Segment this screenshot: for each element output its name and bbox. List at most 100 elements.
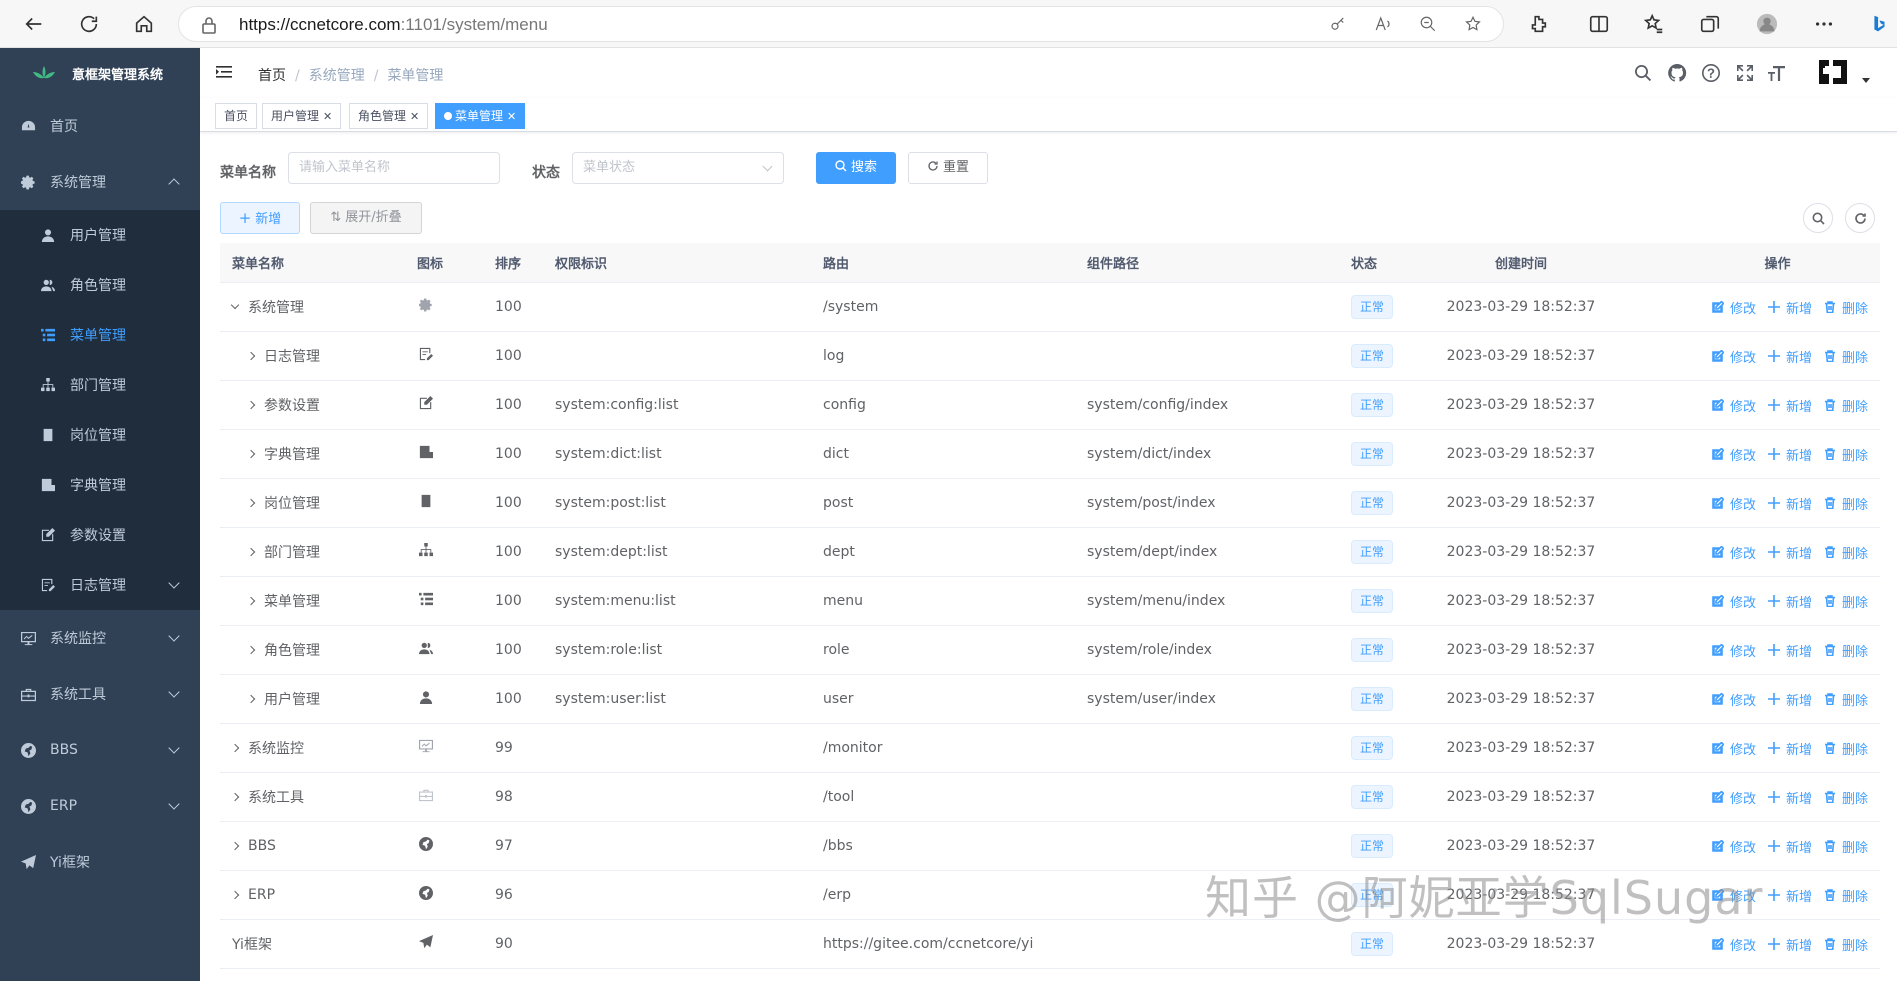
- edit-button[interactable]: 修改: [1712, 445, 1756, 464]
- menu-name-input[interactable]: 请输入菜单名称: [288, 152, 500, 184]
- edit-button[interactable]: 修改: [1712, 592, 1756, 611]
- add-child-button[interactable]: 新增: [1767, 298, 1812, 317]
- delete-button[interactable]: 删除: [1824, 298, 1868, 317]
- sidebar-item-bbs[interactable]: BBS: [0, 722, 200, 778]
- delete-button[interactable]: 删除: [1824, 690, 1868, 709]
- favorite-add-icon[interactable]: [1464, 15, 1484, 35]
- delete-button[interactable]: 删除: [1824, 837, 1868, 856]
- sidebar-item-dict-management[interactable]: 字典管理: [0, 460, 200, 510]
- edit-button[interactable]: 修改: [1712, 641, 1756, 660]
- favorites-icon[interactable]: [1638, 8, 1670, 40]
- extensions-icon[interactable]: [1522, 8, 1554, 40]
- expand-down-icon[interactable]: [230, 300, 240, 310]
- sidebar-item-config[interactable]: 参数设置: [0, 510, 200, 560]
- edit-button[interactable]: 修改: [1712, 298, 1756, 317]
- delete-button[interactable]: 删除: [1824, 543, 1868, 562]
- add-child-button[interactable]: 新增: [1767, 935, 1812, 954]
- add-child-button[interactable]: 新增: [1767, 641, 1812, 660]
- edit-button[interactable]: 修改: [1712, 396, 1756, 415]
- font-size-icon[interactable]: [1767, 63, 1789, 85]
- tag-home[interactable]: 首页: [215, 103, 258, 129]
- avatar[interactable]: [1815, 54, 1851, 90]
- search-button[interactable]: 搜索: [816, 152, 896, 184]
- sidebar-item-system[interactable]: 系统管理: [0, 154, 200, 210]
- delete-button[interactable]: 删除: [1824, 935, 1868, 954]
- edit-button[interactable]: 修改: [1712, 347, 1756, 366]
- edit-button[interactable]: 修改: [1712, 935, 1756, 954]
- delete-button[interactable]: 删除: [1824, 445, 1868, 464]
- expand-right-icon[interactable]: [246, 351, 256, 361]
- edit-button[interactable]: 修改: [1712, 543, 1756, 562]
- delete-button[interactable]: 删除: [1824, 788, 1868, 807]
- key-icon[interactable]: [1329, 15, 1349, 35]
- add-child-button[interactable]: 新增: [1767, 788, 1812, 807]
- home-icon[interactable]: [128, 8, 160, 40]
- add-child-button[interactable]: 新增: [1767, 396, 1812, 415]
- reset-button[interactable]: 重置: [908, 152, 988, 184]
- expand-right-icon[interactable]: [246, 596, 256, 606]
- sidebar-item-user-management[interactable]: 用户管理: [0, 210, 200, 260]
- status-select[interactable]: 菜单状态: [572, 152, 784, 184]
- bing-icon[interactable]: [1863, 8, 1895, 40]
- edit-button[interactable]: 修改: [1712, 690, 1756, 709]
- add-child-button[interactable]: 新增: [1767, 347, 1812, 366]
- refresh-table-button[interactable]: [1845, 203, 1875, 233]
- refresh-icon[interactable]: [73, 8, 105, 40]
- help-icon[interactable]: [1701, 63, 1723, 85]
- app-logo[interactable]: 意框架管理系统: [0, 48, 200, 98]
- sidebar-item-monitor[interactable]: 系统监控: [0, 610, 200, 666]
- read-aloud-icon[interactable]: [1374, 15, 1394, 35]
- add-button[interactable]: + 新增: [220, 202, 300, 234]
- sidebar-item-menu-management[interactable]: 菜单管理: [0, 310, 200, 360]
- expand-collapse-button[interactable]: ⇅ 展开/折叠: [310, 202, 422, 234]
- expand-right-icon[interactable]: [246, 449, 256, 459]
- sidebar-item-dept-management[interactable]: 部门管理: [0, 360, 200, 410]
- collections-icon[interactable]: [1694, 8, 1726, 40]
- sidebar-item-log-management[interactable]: 日志管理: [0, 560, 200, 610]
- add-child-button[interactable]: 新增: [1767, 886, 1812, 905]
- close-icon[interactable]: ✕: [507, 110, 516, 123]
- toggle-search-button[interactable]: [1803, 203, 1833, 233]
- edit-button[interactable]: 修改: [1712, 494, 1756, 513]
- delete-button[interactable]: 删除: [1824, 886, 1868, 905]
- delete-button[interactable]: 删除: [1824, 396, 1868, 415]
- sidebar-item-erp[interactable]: ERP: [0, 778, 200, 834]
- close-icon[interactable]: ✕: [323, 110, 332, 123]
- delete-button[interactable]: 删除: [1824, 739, 1868, 758]
- expand-right-icon[interactable]: [246, 498, 256, 508]
- sidebar-item-role-management[interactable]: 角色管理: [0, 260, 200, 310]
- fullscreen-icon[interactable]: [1735, 63, 1757, 85]
- breadcrumb-home[interactable]: 首页: [258, 68, 286, 84]
- expand-right-icon[interactable]: [246, 694, 256, 704]
- add-child-button[interactable]: 新增: [1767, 543, 1812, 562]
- github-icon[interactable]: [1667, 63, 1689, 85]
- sidebar-item-tools[interactable]: 系统工具: [0, 666, 200, 722]
- close-icon[interactable]: ✕: [410, 110, 419, 123]
- expand-right-icon[interactable]: [230, 792, 240, 802]
- edit-button[interactable]: 修改: [1712, 739, 1756, 758]
- delete-button[interactable]: 删除: [1824, 641, 1868, 660]
- back-icon[interactable]: [18, 8, 50, 40]
- caret-down-icon[interactable]: [1862, 78, 1870, 83]
- edit-button[interactable]: 修改: [1712, 788, 1756, 807]
- tag-user-management[interactable]: 用户管理 ✕: [262, 103, 342, 129]
- add-child-button[interactable]: 新增: [1767, 494, 1812, 513]
- address-bar[interactable]: https://ccnetcore.com:1101/system/menu: [178, 6, 1504, 42]
- expand-right-icon[interactable]: [246, 645, 256, 655]
- expand-right-icon[interactable]: [246, 547, 256, 557]
- edit-button[interactable]: 修改: [1712, 837, 1756, 856]
- delete-button[interactable]: 删除: [1824, 347, 1868, 366]
- delete-button[interactable]: 删除: [1824, 592, 1868, 611]
- expand-right-icon[interactable]: [230, 890, 240, 900]
- add-child-button[interactable]: 新增: [1767, 837, 1812, 856]
- profile-avatar-icon[interactable]: [1751, 8, 1783, 40]
- sidebar-item-home[interactable]: 首页: [0, 98, 200, 154]
- add-child-button[interactable]: 新增: [1767, 690, 1812, 709]
- hamburger-icon[interactable]: [215, 63, 233, 85]
- tag-role-management[interactable]: 角色管理 ✕: [349, 103, 429, 129]
- delete-button[interactable]: 删除: [1824, 494, 1868, 513]
- zoom-out-icon[interactable]: [1419, 15, 1439, 35]
- sidebar-item-post-management[interactable]: 岗位管理: [0, 410, 200, 460]
- add-child-button[interactable]: 新增: [1767, 592, 1812, 611]
- sidebar-item-yi[interactable]: Yi框架: [0, 834, 200, 890]
